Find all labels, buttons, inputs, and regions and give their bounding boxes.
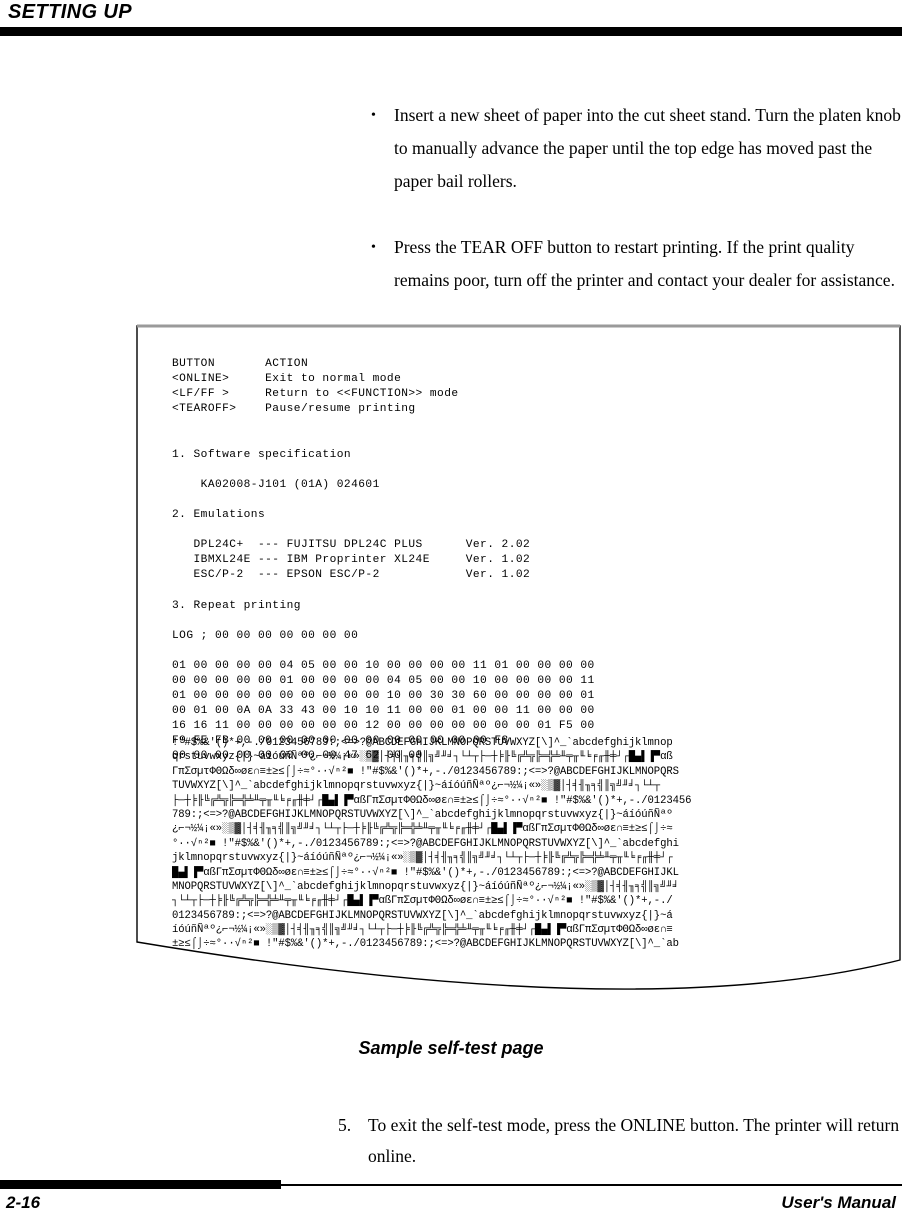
- printout-line: 1. Software specification: [172, 448, 352, 461]
- sample-self-test-figure: BUTTON ACTION <ONLINE> Exit to normal mo…: [0, 320, 902, 1020]
- figure-caption: Sample self-test page: [358, 1038, 544, 1058]
- charset-line: ├─┼╞╟╚╔╩╦╠═╬╧╨╤╥╙╘╒╓╫╪┘┌█▄▌▐▀αßΓπΣσµτΦΘΩ…: [172, 794, 692, 807]
- closing-step-list: 5. To exit the self-test mode, press the…: [338, 1110, 902, 1172]
- printout-line-blank: [172, 523, 902, 538]
- step-number: 5.: [338, 1115, 352, 1135]
- printout-line: <LF/FF > Return to <<FUNCTION>> mode: [172, 388, 459, 401]
- charset-line: jklmnopqrstuvwxyz{|}~áíóúñÑªº¿⌐¬½¼¡«»░▒▓…: [172, 852, 673, 865]
- printout-line: <ONLINE> Exit to normal mode: [172, 373, 402, 386]
- charset-line: 789:;<=>?@ABCDEFGHIJKLMNOPQRSTUVWXYZ[\]^…: [172, 808, 673, 821]
- printout-line: 3. Repeat printing: [172, 599, 301, 612]
- bullet-text: Press the TEAR OFF button to restart pri…: [394, 237, 895, 290]
- step-text: To exit the self-test mode, press the ON…: [368, 1115, 900, 1166]
- printout-line-blank: [172, 493, 902, 508]
- charset-line: ±≥≤⌠⌡÷≈°∙·√ⁿ²■ !"#$%&'()*+,-./0123456789…: [172, 938, 679, 951]
- bullet-marker-icon: •: [371, 108, 376, 123]
- charset-line: TUVWXYZ[\]^_`abcdefghijklmnopqrstuvwxyz{…: [172, 780, 661, 793]
- printout-hex-line: 00 01 00 0A 0A 33 43 00 10 10 11 00 00 0…: [172, 705, 595, 718]
- printout-line: 2. Emulations: [172, 508, 266, 521]
- printout-hex-line: 16 16 11 00 00 00 00 00 00 12 00 00 00 0…: [172, 720, 595, 733]
- charset-line: !"#$%&'()*+,-./0123456789:;<=>?@ABCDEFGH…: [172, 737, 673, 749]
- charset-line: qrstuvwxyz{|}~áíóúñÑªº¿⌐¬½¼¡«»░▒▓│┤╡╢╖╕╣…: [172, 751, 673, 764]
- intro-bullet-list: • Insert a new sheet of paper into the c…: [366, 99, 902, 297]
- printout-line-blank: [172, 614, 902, 629]
- charset-line: ¿⌐¬½¼¡«»░▒▓│┤╡╢╖╕╣║╗╝╜╛┐└┴┬├─┼╞╟╚╔╩╦╠═╬╧…: [172, 823, 673, 836]
- printout-line-blank: [172, 583, 902, 598]
- printout-line: KA02008-J101 (01A) 024601: [172, 478, 380, 491]
- numbered-step: 5. To exit the self-test mode, press the…: [338, 1110, 902, 1172]
- charset-line: ΓπΣσµτΦΘΩδ∞øε∩≡±≥≤⌠⌡÷≈°∙·√ⁿ²■ !"#$%&'()*…: [172, 765, 679, 778]
- charset-line: íóúñÑªº¿⌐¬½¼¡«»░▒▓│┤╡╢╖╕╣║╗╝╜╛┐└┴┬├─┼╞╟╚…: [172, 924, 673, 937]
- printout-line-blank: [172, 417, 902, 432]
- charset-line: 0123456789:;<=>?@ABCDEFGHIJKLMNOPQRSTUVW…: [172, 909, 673, 922]
- header-rule: [0, 27, 902, 36]
- bullet-marker-icon: •: [371, 240, 376, 255]
- printout-hex-line: 01 00 00 00 00 00 00 00 00 00 10 00 30 3…: [172, 690, 595, 703]
- printout-line-blank: [172, 432, 902, 447]
- page-number: 2-16: [6, 1193, 41, 1212]
- bullet-text: Insert a new sheet of paper into the cut…: [394, 105, 901, 191]
- charset-line: °∙·√ⁿ²■ !"#$%&'()*+,-./0123456789:;<=>?@…: [172, 837, 679, 850]
- character-set-test-pattern: !"#$%&'()*+,-./0123456789:;<=>?@ABCDEFGH…: [172, 736, 902, 952]
- printout-line: <TEAROFF> Pause/resume printing: [172, 403, 416, 416]
- printout-line-blank: [172, 644, 902, 659]
- printout-line: BUTTON ACTION: [172, 358, 309, 370]
- printout-report-text: BUTTON ACTION <ONLINE> Exit to normal mo…: [172, 357, 902, 765]
- printout-line: ESC/P-2 --- EPSON ESC/P-2 Ver. 1.02: [172, 569, 531, 582]
- bullet-item: • Insert a new sheet of paper into the c…: [366, 99, 902, 198]
- section-title: SETTING UP: [8, 1, 133, 23]
- printout-hex-line: 00 00 00 00 00 01 00 00 00 00 04 05 00 0…: [172, 674, 595, 687]
- bullet-item: • Press the TEAR OFF button to restart p…: [366, 231, 902, 297]
- printout-line: LOG ; 00 00 00 00 00 00 00: [172, 629, 359, 642]
- charset-line: ┐└┴┬├─┼╞╟╚╔╩╦╠═╬╧╨╤╥╙╘╒╓╫╪┘┌█▄▌▐▀αßΓπΣσµ…: [172, 895, 673, 908]
- page-footer: 2-16 User's Manual: [0, 1176, 902, 1216]
- page-header: SETTING UP: [0, 0, 902, 40]
- printout-line: DPL24C+ --- FUJITSU DPL24C PLUS Ver. 2.0…: [172, 539, 531, 552]
- printout-hex-line: 01 00 00 00 00 04 05 00 00 10 00 00 00 0…: [172, 659, 595, 672]
- manual-label: User's Manual: [781, 1193, 896, 1212]
- printout-line: IBMXL24E --- IBM Proprinter XL24E Ver. 1…: [172, 554, 531, 567]
- printout-line-blank: [172, 463, 902, 478]
- charset-line: █▄▌▐▀αßΓπΣσµτΦΘΩδ∞øε∩≡±≥≤⌠⌡÷≈°∙·√ⁿ²■ !"#…: [172, 866, 679, 879]
- footer-rule-thick: [0, 1180, 281, 1189]
- charset-line: MNOPQRSTUVWXYZ[\]^_`abcdefghijklmnopqrst…: [172, 880, 679, 893]
